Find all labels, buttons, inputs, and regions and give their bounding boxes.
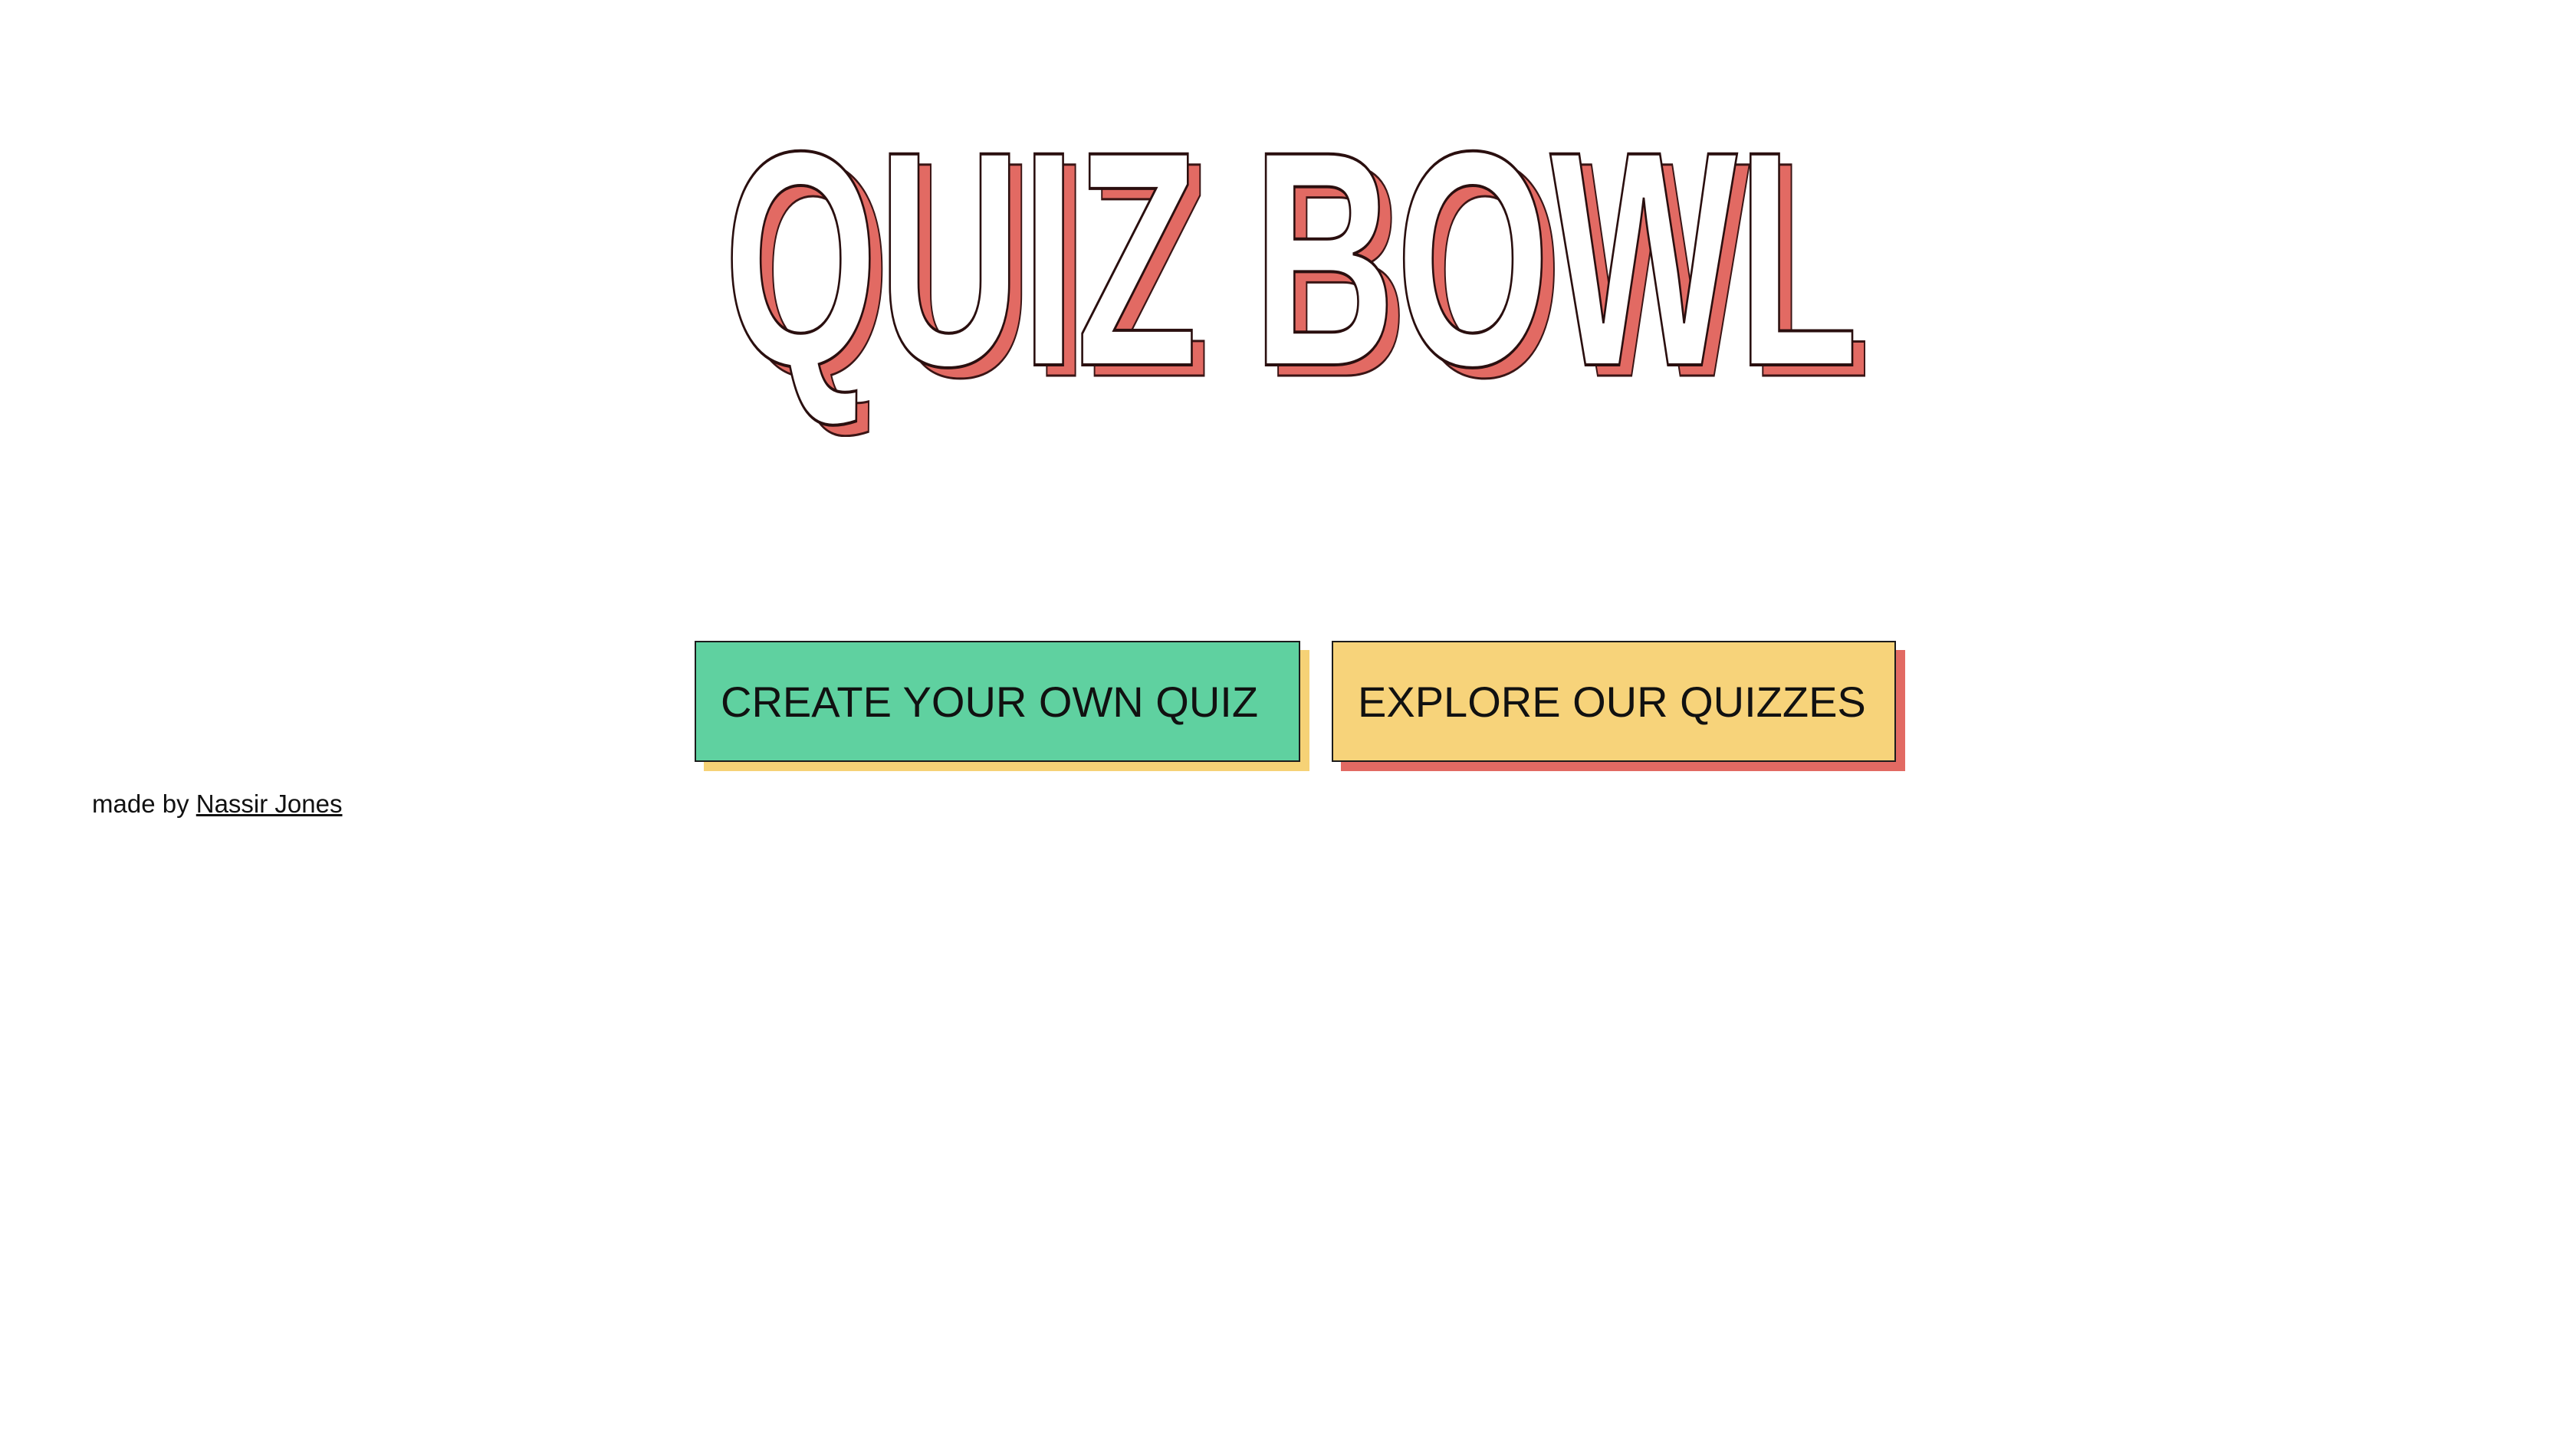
author-link[interactable]: Nassir Jones: [196, 790, 343, 818]
action-buttons: CREATE YOUR OWN QUIZ EXPLORE OUR QUIZZES: [0, 641, 2576, 779]
title-text: QUIZ BOWL: [724, 115, 1858, 430]
explore-quizzes-button-label: EXPLORE OUR QUIZZES: [1358, 677, 1866, 726]
page: QUIZ BOWL QUIZ BOWL CREATE YOUR OWN QUIZ…: [0, 0, 2576, 1438]
page-title: QUIZ BOWL QUIZ BOWL: [0, 115, 2576, 437]
create-quiz-button-label: CREATE YOUR OWN QUIZ: [721, 677, 1259, 726]
footer-credit: made by Nassir Jones: [92, 790, 342, 819]
footer-prefix: made by: [92, 790, 189, 818]
explore-quizzes-button[interactable]: EXPLORE OUR QUIZZES: [1332, 641, 1896, 762]
create-quiz-button[interactable]: CREATE YOUR OWN QUIZ: [695, 641, 1300, 762]
title-graphic: QUIZ BOWL QUIZ BOWL: [722, 115, 1872, 437]
